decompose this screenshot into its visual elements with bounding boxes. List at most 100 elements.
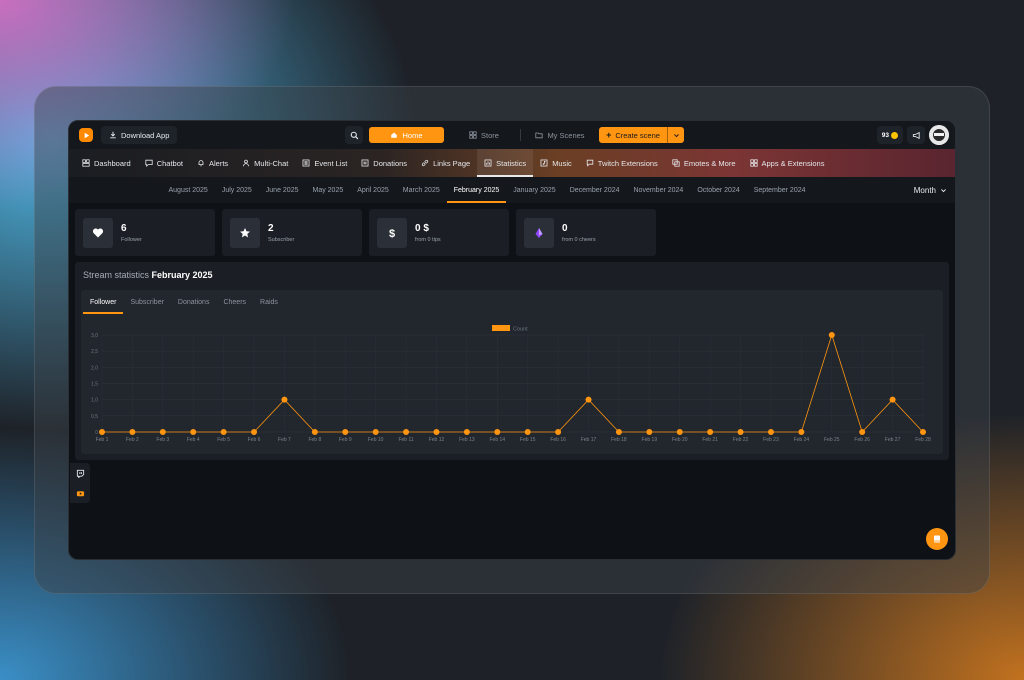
month-tab[interactable]: February 2025: [446, 177, 507, 203]
nav-item-music[interactable]: Music: [533, 149, 579, 177]
nav-item-event-list[interactable]: Event List: [295, 149, 354, 177]
my-scenes-button[interactable]: My Scenes: [527, 127, 593, 143]
data-point: [463, 429, 470, 435]
nav-item-twitch-extensions[interactable]: Twitch Extensions: [579, 149, 665, 177]
month-tab[interactable]: October 2024: [690, 177, 746, 203]
stream-statistics-panel: Stream statistics February 2025 Follower…: [75, 262, 949, 460]
x-tick-label: Feb 2: [126, 437, 139, 443]
announcements-button[interactable]: [907, 126, 925, 144]
side-widget: [70, 463, 90, 503]
nav-item-dashboard[interactable]: Dashboard: [75, 149, 138, 177]
data-point: [99, 429, 105, 435]
data-point: [372, 429, 379, 435]
nav-item-chatbot[interactable]: Chatbot: [138, 149, 190, 177]
data-point: [311, 429, 318, 435]
stat-label: Follower: [121, 236, 142, 243]
x-tick-label: Feb 16: [550, 437, 566, 443]
download-app-button[interactable]: Download App: [101, 126, 178, 144]
extension-icon: [586, 159, 593, 167]
nav-item-multi-chat[interactable]: Multi-Chat: [235, 149, 295, 177]
store-icon: [469, 131, 477, 139]
nav-item-statistics[interactable]: Statistics: [477, 149, 534, 177]
x-tick-label: Feb 1: [96, 437, 109, 443]
x-tick-label: Feb 17: [581, 437, 597, 443]
nav-label: Chatbot: [156, 158, 183, 168]
coin-balance[interactable]: 93: [876, 126, 903, 144]
nav-item-emotes[interactable]: Emotes & More: [665, 149, 743, 177]
month-tab[interactable]: December 2024: [563, 177, 627, 203]
month-tab[interactable]: June 2025: [259, 177, 306, 203]
nav-label: Emotes & More: [683, 158, 736, 168]
data-point: [828, 332, 835, 338]
x-tick-label: Feb 14: [490, 437, 506, 443]
x-tick-label: Feb 28: [915, 437, 931, 443]
month-tab[interactable]: May 2025: [305, 177, 350, 203]
search-button[interactable]: [345, 126, 363, 144]
card-icon-box: [83, 217, 113, 248]
nav-item-alerts[interactable]: Alerts: [190, 149, 235, 177]
y-tick-label: 0,5: [91, 414, 98, 420]
month-tab[interactable]: April 2025: [350, 177, 396, 203]
x-tick-label: Feb 21: [702, 437, 718, 443]
y-tick-label: 0: [95, 430, 98, 436]
stat-card-subscriber: 2 Subscriber: [222, 209, 362, 256]
top-bar: Download App Home Store My Scenes + Crea…: [69, 121, 955, 149]
nav-label: Multi-Chat: [254, 158, 289, 168]
period-select[interactable]: Month: [914, 177, 947, 203]
month-tab[interactable]: March 2025: [396, 177, 447, 203]
month-tab[interactable]: September 2024: [747, 177, 813, 203]
bits-icon: [535, 227, 543, 238]
nav-item-links-page[interactable]: Links Page: [414, 149, 477, 177]
stat-card-cheers: 0 from 0 cheers: [516, 209, 656, 256]
month-tab[interactable]: July 2025: [215, 177, 259, 203]
coin-icon: [891, 131, 898, 139]
month-tab[interactable]: January 2025: [506, 177, 562, 203]
heart-icon: [92, 227, 104, 237]
month-tab[interactable]: November 2024: [627, 177, 691, 203]
svg-text:$: $: [389, 228, 395, 239]
legend-swatch: [492, 325, 510, 331]
chart-tab[interactable]: Subscriber: [123, 290, 170, 314]
line-chart: Count 0 0,5 1,0 1,5 2,0 2,5 3,0 Feb 1 Feb 2 Feb 3 F…: [91, 325, 931, 443]
nav-item-donations[interactable]: Donations: [354, 149, 414, 177]
stat-label: Subscriber: [268, 236, 295, 243]
person-icon: [243, 159, 250, 167]
store-button[interactable]: Store: [454, 127, 514, 143]
avatar[interactable]: [929, 125, 949, 145]
create-scene-dropdown[interactable]: [668, 132, 684, 139]
logo-icon[interactable]: [79, 128, 93, 142]
stat-value: 0: [562, 222, 568, 234]
home-button[interactable]: Home: [369, 127, 444, 143]
chart-tab[interactable]: Raids: [253, 290, 285, 314]
youtube-icon[interactable]: [76, 489, 85, 498]
x-tick-label: Feb 27: [885, 437, 901, 443]
x-tick-label: Feb 18: [611, 437, 627, 443]
stat-value: 6: [121, 222, 127, 234]
chart-tab[interactable]: Donations: [171, 290, 217, 314]
data-point: [129, 429, 136, 435]
create-scene-main[interactable]: + Create scene: [599, 127, 668, 143]
x-tick-label: Feb 11: [398, 437, 413, 443]
nav-label: Alerts: [208, 158, 229, 168]
period-label: Month: [913, 185, 936, 195]
x-tick-label: Feb 20: [672, 437, 688, 443]
month-list: August 2025 July 2025 June 2025 May 2025 Apr…: [162, 177, 813, 203]
nav-item-apps-extensions[interactable]: Apps & Extensions: [743, 149, 832, 177]
data-point: [220, 429, 227, 435]
twitch-icon[interactable]: [76, 469, 85, 478]
help-chat-button[interactable]: [926, 528, 948, 550]
panel-title-prefix: Stream statistics: [83, 270, 150, 280]
data-point: [403, 429, 410, 435]
data-point: [524, 429, 531, 435]
coin-count: 93: [881, 131, 889, 139]
y-tick-label: 1,0: [91, 398, 98, 404]
chart-tab[interactable]: Cheers: [216, 290, 253, 314]
create-scene-button[interactable]: + Create scene: [599, 127, 684, 143]
data-point: [798, 429, 805, 435]
stat-label: from 0 cheers: [562, 236, 596, 243]
chart-tab[interactable]: Follower: [83, 290, 124, 314]
panel-title: Stream statistics February 2025: [83, 270, 213, 280]
month-tab[interactable]: August 2025: [162, 177, 215, 203]
link-icon: [421, 159, 429, 167]
stats-icon: [484, 159, 492, 167]
